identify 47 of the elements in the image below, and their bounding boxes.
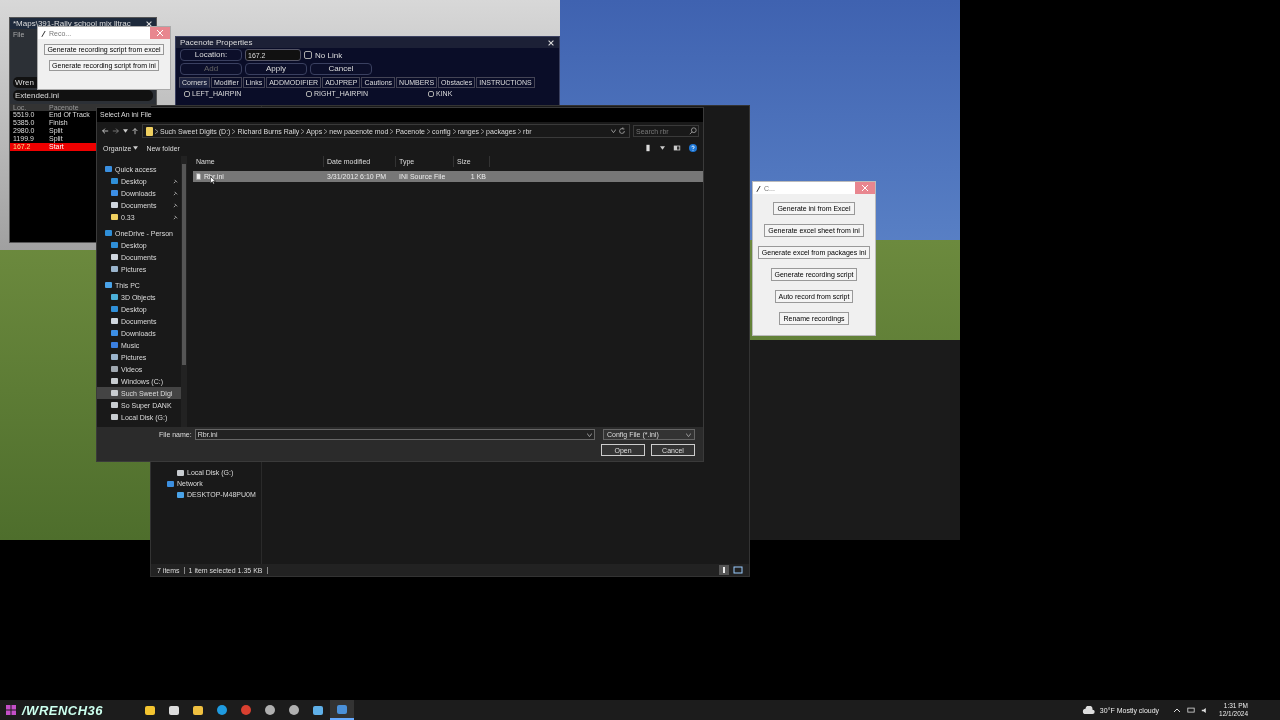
details-view-icon[interactable] <box>719 565 729 575</box>
caret-icon[interactable] <box>660 146 665 150</box>
refresh-icon[interactable] <box>618 127 626 135</box>
close-icon[interactable] <box>547 38 555 47</box>
window-title: *Maps\391-Rally school mix lltrac <box>13 19 132 28</box>
window-title: Pacenote Properties <box>180 38 254 47</box>
chevron-up-icon[interactable] <box>1173 706 1182 714</box>
help-icon[interactable] <box>689 144 697 152</box>
checkbox[interactable] <box>428 90 434 97</box>
caret-icon <box>133 146 139 150</box>
chevron-icon <box>155 128 158 134</box>
chevron-icon <box>301 128 305 134</box>
close-icon <box>157 30 163 36</box>
forward-arrow-icon[interactable] <box>112 127 120 135</box>
chevron-icon <box>390 128 394 134</box>
back-arrow-icon[interactable] <box>101 127 109 135</box>
close-icon <box>862 185 868 191</box>
chevron-icon <box>324 128 328 134</box>
view-options-icon[interactable] <box>644 144 652 152</box>
chevron-icon <box>427 128 430 134</box>
chevron-icon <box>481 128 485 134</box>
feather-icon <box>41 29 46 37</box>
close-button[interactable] <box>855 182 875 194</box>
search-icon <box>689 127 697 135</box>
up-arrow-icon[interactable] <box>131 127 139 135</box>
chevron-icon <box>452 128 456 134</box>
taskbar-app[interactable] <box>330 700 354 720</box>
chevron-icon <box>518 128 522 134</box>
tiles-view-icon[interactable] <box>733 565 743 575</box>
action-button[interactable]: Cancel <box>310 63 372 75</box>
caret-icon <box>686 432 691 437</box>
preview-pane-icon[interactable] <box>673 144 681 152</box>
checkbox-label: No Link <box>315 50 343 60</box>
checkbox[interactable] <box>184 90 190 97</box>
action-button[interactable]: Apply <box>245 63 307 75</box>
checkbox[interactable] <box>304 51 312 59</box>
scrollbar[interactable] <box>181 156 187 427</box>
checkbox[interactable] <box>306 90 312 97</box>
chevron-icon <box>232 128 236 134</box>
start-icon[interactable] <box>6 705 16 715</box>
dropdown-field[interactable]: Extended.ini <box>13 90 153 101</box>
caret-icon[interactable] <box>611 129 616 133</box>
channel-logo: /WRENCH36 <box>22 702 105 718</box>
location-label: Location: <box>180 49 242 61</box>
feather-icon <box>756 184 761 192</box>
close-icon[interactable] <box>145 19 153 28</box>
caret-icon[interactable] <box>123 129 128 133</box>
